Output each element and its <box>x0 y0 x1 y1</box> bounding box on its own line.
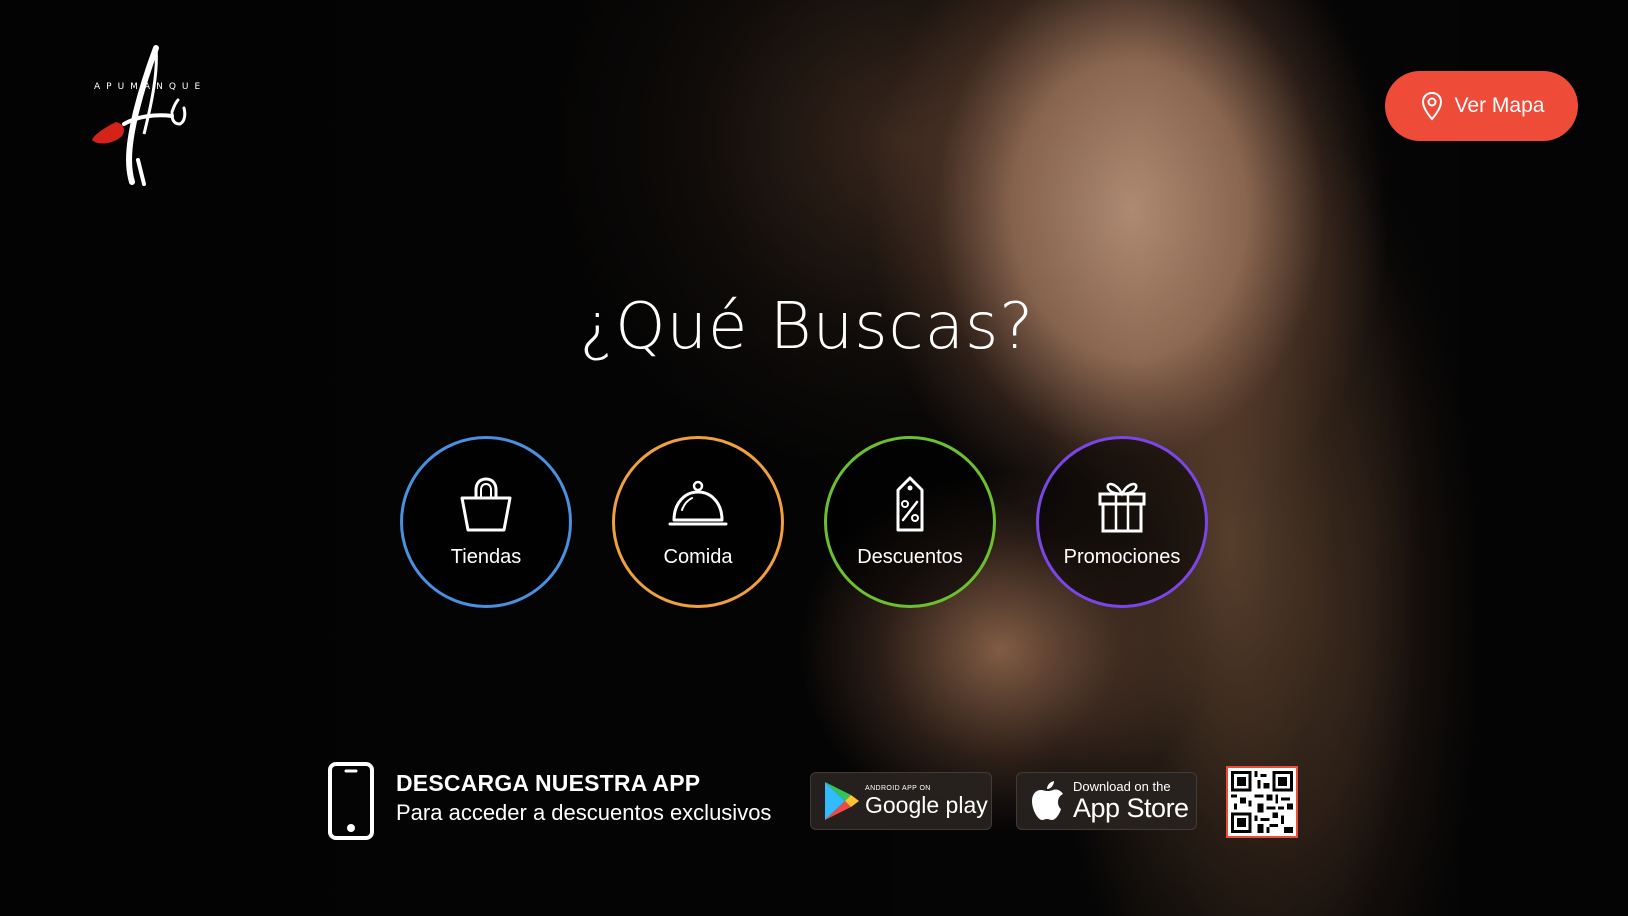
view-map-button[interactable]: Ver Mapa <box>1385 71 1578 141</box>
app-promo-title: DESCARGA NUESTRA APP <box>396 770 701 796</box>
apple-icon <box>1032 781 1063 820</box>
category-menu: Tiendas Comida Descuentos Promociones <box>400 436 1208 608</box>
category-label: Comida <box>663 545 733 568</box>
page-title-text: ¿Qué Buscas? <box>579 290 1035 364</box>
qr-code-image <box>1231 771 1293 833</box>
category-label: Tiendas <box>450 545 522 568</box>
category-tiendas-button[interactable]: Tiendas <box>400 436 572 608</box>
view-map-label: Ver Mapa <box>1454 94 1545 117</box>
kiosk-screen: APUMANQUE Ver Mapa ¿Qué Buscas? Tiendas <box>0 0 1628 916</box>
category-promociones-button[interactable]: Promociones <box>1036 436 1208 608</box>
app-download-section: DESCARGA NUESTRA APP Para acceder a desc… <box>328 762 1308 842</box>
logo-mark <box>92 45 187 186</box>
qr-code <box>1226 766 1298 838</box>
category-label: Descuentos <box>857 545 963 568</box>
google-play-icon <box>825 782 859 820</box>
app-store-big-text: App Store <box>1073 793 1189 823</box>
google-play-small-text: ANDROID APP ON <box>865 785 931 792</box>
app-store-badge[interactable]: Download on the App Store <box>1016 772 1197 830</box>
app-store-small-text: Download on the <box>1073 779 1171 794</box>
location-pin-icon <box>1421 91 1442 121</box>
google-play-badge[interactable]: ANDROID APP ON Google play <box>810 772 992 830</box>
brand-logo[interactable]: APUMANQUE <box>86 42 206 192</box>
food-cloche-icon <box>668 480 728 525</box>
category-descuentos-button[interactable]: Descuentos <box>824 436 996 608</box>
category-label: Promociones <box>1063 545 1181 568</box>
shopping-bag-icon <box>460 476 512 531</box>
gift-icon <box>1098 482 1146 532</box>
smartphone-icon <box>328 762 374 840</box>
category-comida-button[interactable]: Comida <box>612 436 784 608</box>
page-title: ¿Qué Buscas? <box>0 290 1628 364</box>
google-play-big-text: Google play <box>865 792 988 818</box>
logo-wordmark: APUMANQUE <box>94 82 207 92</box>
app-promo-subtitle: Para acceder a descuentos exclusivos <box>396 800 772 825</box>
discount-tag-icon <box>896 476 924 531</box>
